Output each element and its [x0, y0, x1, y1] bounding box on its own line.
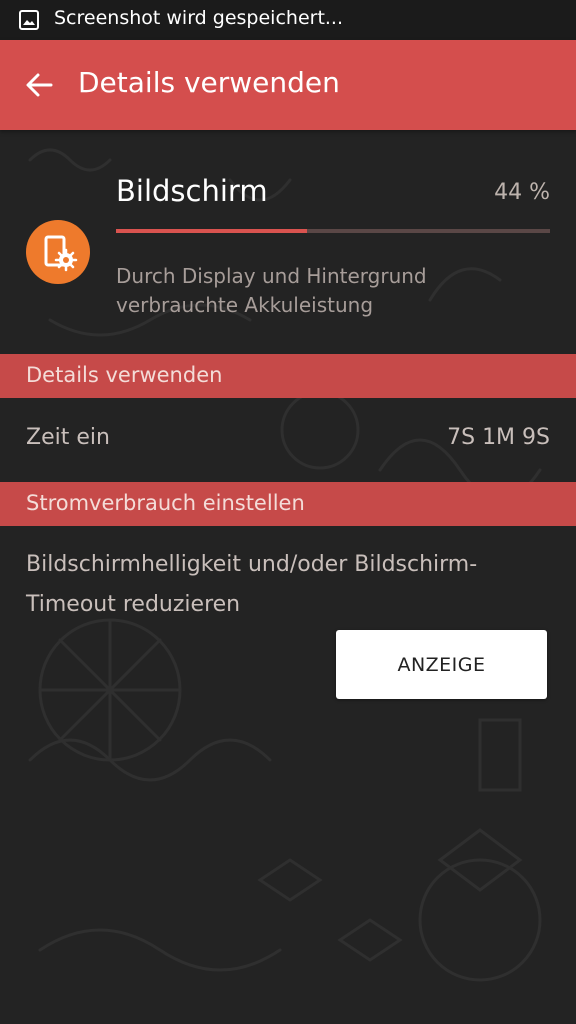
usage-percent: 44 %: [494, 180, 550, 205]
usage-progress-bar: [116, 229, 550, 233]
main-content: Bildschirm 44 % Durch Display und Hinter…: [0, 0, 576, 1024]
show-button[interactable]: ANZEIGE: [336, 630, 547, 699]
usage-item-title: Bildschirm: [116, 174, 268, 208]
status-notification-text: Screenshot wird gespeichert...: [54, 7, 344, 29]
section-header-details: Details verwenden: [0, 354, 576, 398]
arrow-left-icon: [26, 73, 53, 97]
usage-item-description: Durch Display und Hintergrund verbraucht…: [116, 264, 427, 317]
screen-settings-glyph: [44, 235, 78, 272]
power-tip-text: Bildschirmhelligkeit und/oder Bildschirm…: [26, 552, 478, 617]
status-bar: Screenshot wird gespeichert...: [0, 0, 576, 40]
app-bar: Details verwenden: [0, 40, 576, 130]
back-button[interactable]: [14, 60, 64, 110]
time-on-value: 7S 1M 9S: [447, 425, 550, 450]
section-header-power: Stromverbrauch einstellen: [0, 482, 576, 526]
time-on-label: Zeit ein: [26, 425, 110, 450]
section-header-label: Stromverbrauch einstellen: [26, 491, 305, 515]
section-header-label: Details verwenden: [26, 363, 223, 387]
screenshot-image-icon: [19, 10, 39, 30]
page-title: Details verwenden: [78, 66, 340, 99]
screen-settings-icon: [26, 220, 90, 284]
usage-progress-fill: [116, 229, 307, 233]
